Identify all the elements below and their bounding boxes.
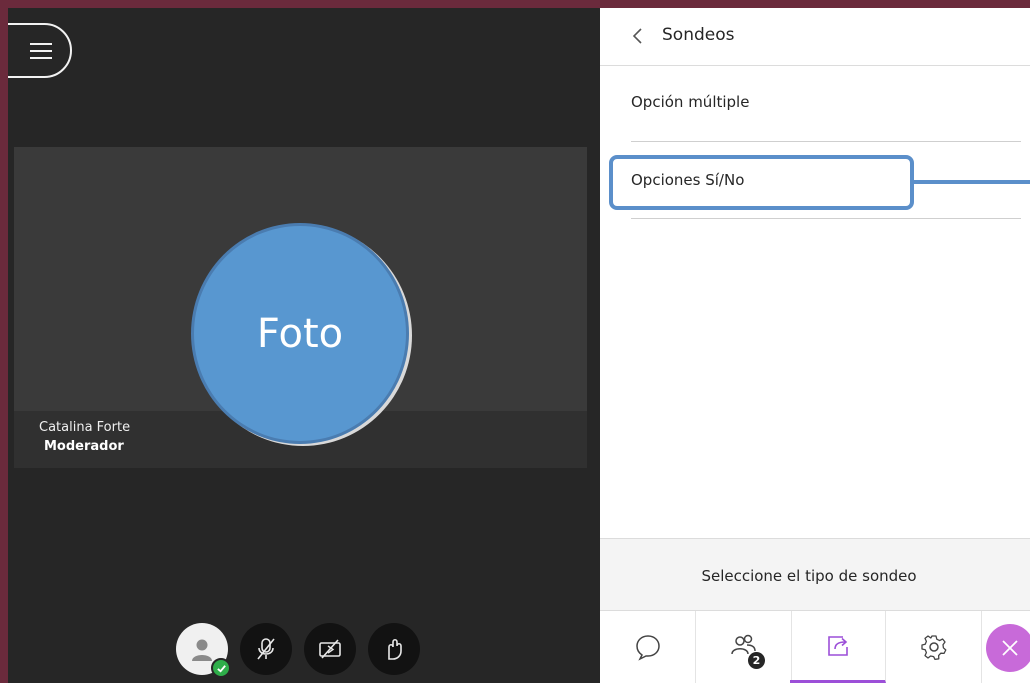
footer-hint: Seleccione el tipo de sondeo (701, 567, 917, 585)
status-connected-icon (211, 658, 231, 678)
panel-header: Sondeos (600, 8, 1030, 66)
poll-option-yes-no[interactable]: Opciones Sí/No (631, 143, 1021, 219)
mic-off-icon (257, 638, 275, 660)
my-status-button[interactable] (176, 623, 231, 678)
option-label: Opciones Sí/No (631, 171, 745, 189)
gear-icon (920, 635, 946, 661)
participant-role: Moderador (44, 439, 124, 454)
panel-footer: Seleccione el tipo de sondeo (600, 538, 1030, 611)
camera-button[interactable] (304, 623, 356, 675)
attendees-count-badge: 2 (748, 652, 765, 669)
participant-tile: Foto Catalina Forte Moderador (14, 147, 587, 468)
chevron-left-icon (632, 28, 642, 44)
share-content-icon (827, 635, 848, 656)
video-stage: Foto Catalina Forte Moderador (8, 8, 600, 683)
close-icon (1002, 640, 1018, 656)
hand-raise-icon (388, 638, 402, 660)
collaborate-tabbar: 2 (600, 611, 1030, 683)
close-panel-button[interactable] (986, 624, 1030, 672)
hamburger-icon (30, 42, 52, 59)
option-label: Opción múltiple (631, 93, 750, 111)
media-controls (176, 623, 420, 678)
photo-label: Foto (256, 310, 344, 357)
chat-bubble-icon (635, 635, 660, 661)
polls-panel: Sondeos Opción múltiple Opciones Sí/No S… (600, 8, 1030, 683)
back-button[interactable] (628, 25, 648, 47)
session-menu-button[interactable] (8, 23, 72, 78)
participant-name: Catalina Forte (39, 420, 131, 435)
poll-option-multiple-choice[interactable]: Opción múltiple (631, 66, 1021, 142)
microphone-button[interactable] (240, 623, 292, 675)
raise-hand-button[interactable] (368, 623, 420, 675)
tab-settings[interactable] (886, 611, 982, 683)
panel-title: Sondeos (662, 25, 735, 45)
camera-off-icon (319, 639, 341, 659)
tab-attendees[interactable]: 2 (696, 611, 792, 683)
tab-share-content[interactable] (790, 611, 886, 683)
avatar-icon (192, 639, 212, 661)
participant-photo: Foto (191, 223, 409, 444)
tab-chat[interactable] (600, 611, 696, 683)
